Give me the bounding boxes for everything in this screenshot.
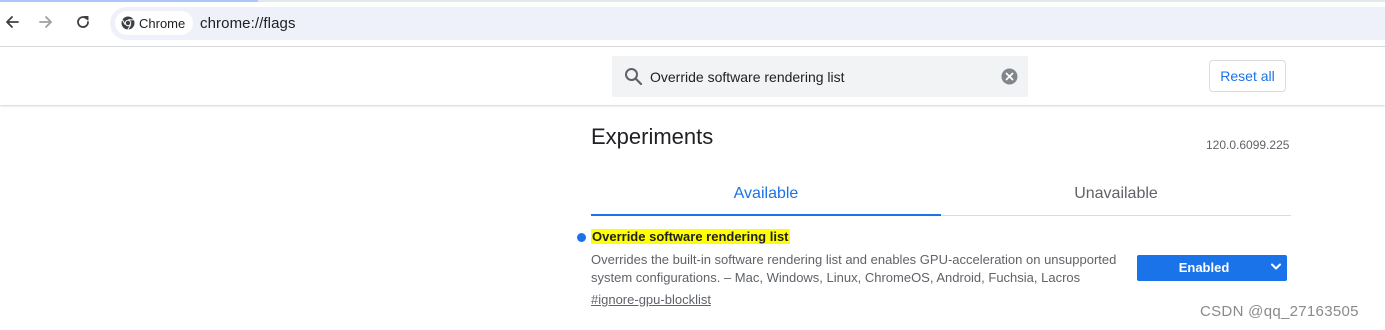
forward-arrow-icon [39, 16, 52, 28]
chevron-down-icon [1271, 263, 1281, 270]
active-tab-indicator [591, 214, 941, 216]
reset-all-button[interactable]: Reset all [1209, 60, 1286, 92]
version-label: 120.0.6099.225 [1206, 138, 1290, 152]
page-title: Experiments [591, 124, 714, 149]
chrome-logo-icon [121, 16, 135, 30]
url-text[interactable]: chrome://flags [200, 15, 296, 32]
flag-state-select[interactable]: Enabled [1137, 255, 1287, 281]
flag-permalink[interactable]: #ignore-gpu-blocklist [591, 292, 711, 307]
chip-label: Chrome [139, 15, 186, 31]
watermark: CSDN @qq_27163505 [1200, 303, 1359, 320]
search-icon [625, 68, 643, 86]
flags-header: Reset all [0, 47, 1385, 105]
reload-icon [77, 16, 89, 28]
search-input[interactable] [648, 66, 992, 88]
tab-available[interactable]: Available [591, 172, 941, 216]
back-arrow-icon [6, 16, 19, 28]
forward-button[interactable] [34, 10, 58, 34]
browser-toolbar: Chrome chrome://flags [0, 2, 1385, 45]
flag-description: Overrides the built-in software renderin… [591, 252, 1117, 285]
reload-button[interactable] [71, 10, 95, 34]
clear-icon[interactable] [1001, 68, 1018, 85]
flags-search-box[interactable] [612, 56, 1028, 97]
back-button[interactable] [0, 10, 24, 34]
flag-name: Override software rendering list [591, 229, 790, 244]
address-bar[interactable]: Chrome chrome://flags [110, 7, 1385, 40]
flag-modified-dot [577, 233, 586, 242]
select-value: Enabled [1178, 260, 1230, 275]
tab-unavailable[interactable]: Unavailable [941, 172, 1291, 216]
site-info-chip[interactable]: Chrome [115, 11, 194, 35]
